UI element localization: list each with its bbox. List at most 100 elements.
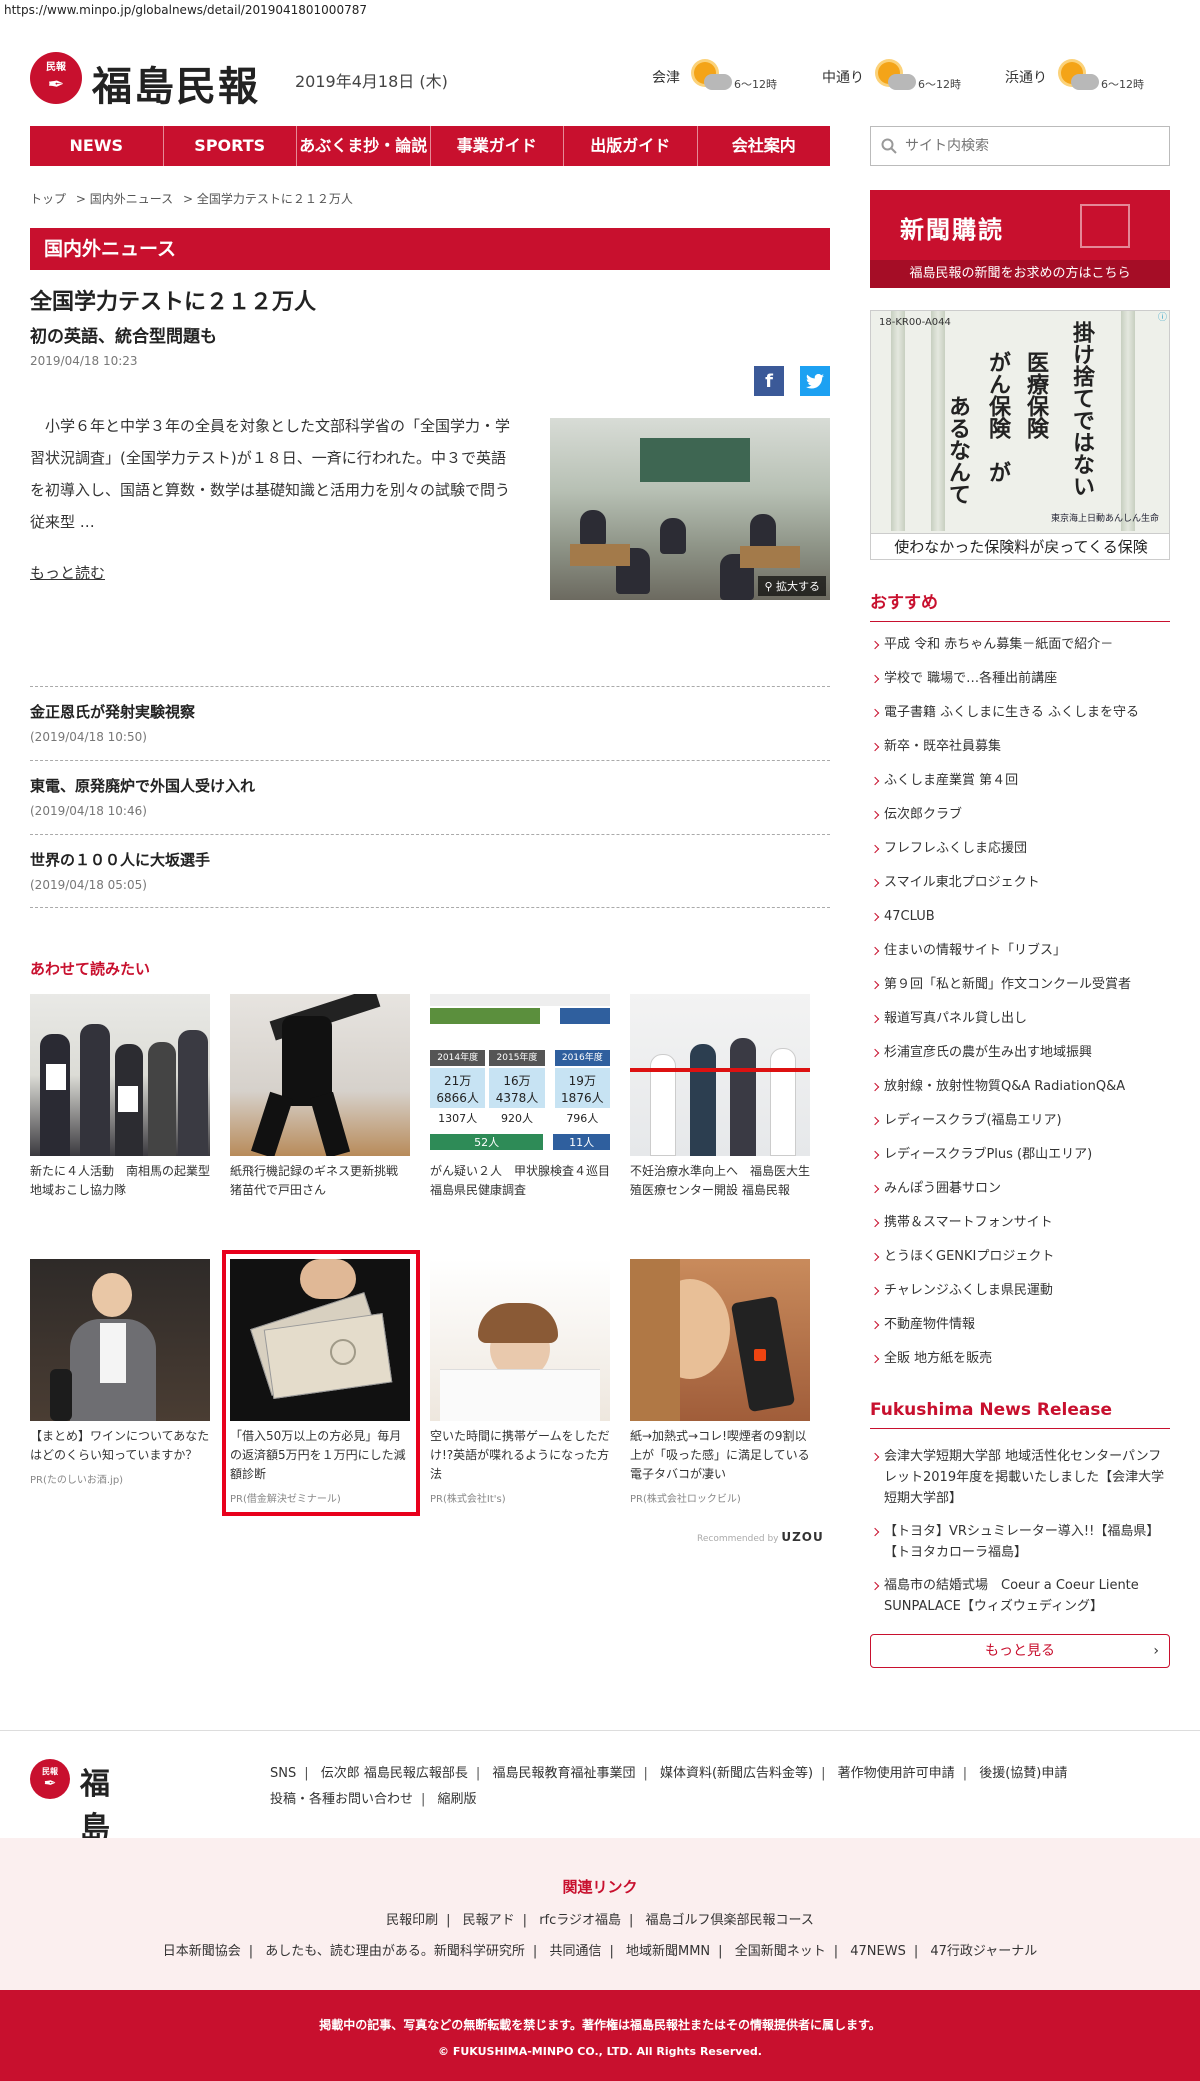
breadcrumb-current: > 全国学力テストに２１２万人 bbox=[182, 192, 353, 206]
article-photo[interactable]: ⚲ 拡大する bbox=[550, 418, 830, 600]
list-item[interactable]: とうほくGENKIプロジェクト bbox=[870, 1240, 1170, 1274]
footer-link[interactable]: 著作物使用許可申請 bbox=[838, 1766, 955, 1781]
recommended-by[interactable]: Recommended by UZOU bbox=[697, 1530, 824, 1544]
list-item[interactable]: 会津大学短期大学部 地域活性化センターパンフレット2019年度を掲載いたしました… bbox=[870, 1446, 1170, 1509]
related-photo[interactable] bbox=[630, 994, 810, 1156]
related-photo[interactable] bbox=[30, 1259, 210, 1421]
related-photo[interactable] bbox=[630, 1259, 810, 1421]
related-caption[interactable]: 不妊治療水準向上へ 福島医大生殖医療センター開設 福島民報 bbox=[630, 1162, 810, 1200]
nav-item-publishing-guide[interactable]: 出版ガイド bbox=[564, 126, 698, 166]
related-card[interactable]: 不妊治療水準向上へ 福島医大生殖医療センター開設 福島民報 bbox=[630, 994, 810, 1200]
related-link[interactable]: 民報アド bbox=[463, 1913, 515, 1928]
breadcrumb-category[interactable]: > 国内外ニュース bbox=[76, 192, 173, 206]
list-item[interactable]: 47CLUB bbox=[870, 900, 1170, 934]
list-item[interactable]: 電子書籍 ふくしまに生きる ふくしまを守る bbox=[870, 696, 1170, 730]
footer-link[interactable]: 縮刷版 bbox=[438, 1792, 477, 1807]
footer-link[interactable]: 投稿・各種お問い合わせ bbox=[270, 1792, 413, 1807]
related-photo[interactable]: 2014年度 2015年度 2016年度 21万6866人 16万4378人 1… bbox=[430, 994, 610, 1156]
ad-info-icon[interactable]: ⓘ bbox=[1158, 310, 1170, 323]
related-card[interactable]: 【まとめ】ワインについてあなたはどのくらい知っていますか？ PR(たのしいお酒.… bbox=[30, 1259, 210, 1486]
site-logo[interactable]: 福島民報 bbox=[92, 54, 260, 112]
related-link[interactable]: 47NEWS bbox=[850, 1944, 906, 1959]
news-title[interactable]: 東電、原発廃炉で外国人受け入れ bbox=[30, 775, 830, 796]
list-item[interactable]: 新卒・既卒社員募集 bbox=[870, 730, 1170, 764]
recommended-prefix: Recommended by bbox=[697, 1534, 779, 1544]
facebook-share-icon[interactable]: f bbox=[754, 366, 784, 396]
site-search[interactable] bbox=[870, 126, 1170, 166]
related-caption[interactable]: がん疑い２人 甲状腺検査４巡目 福島県民健康調査 bbox=[430, 1162, 622, 1200]
more-button[interactable]: もっと見る › bbox=[870, 1634, 1170, 1668]
related-card[interactable]: 紙飛行機記録のギネス更新挑戦 猪苗代で戸田さん bbox=[230, 994, 410, 1200]
logo-badge[interactable]: 民報 ✒ bbox=[30, 52, 82, 104]
pr-label: PR(株式会社ロックビル) bbox=[630, 1494, 741, 1505]
list-item[interactable]: 報道写真パネル貸し出し bbox=[870, 1002, 1170, 1036]
related-card[interactable]: 空いた時間に携帯ゲームをしただけ!?英語が喋れるようになった方法 PR(株式会社… bbox=[430, 1259, 610, 1505]
related-caption[interactable]: 【まとめ】ワインについてあなたはどのくらい知っていますか？ bbox=[30, 1427, 210, 1465]
related-photo[interactable] bbox=[30, 994, 210, 1156]
related-card[interactable]: 新たに４人活動 南相馬の起業型地域おこし協力隊 bbox=[30, 994, 210, 1200]
zoom-button[interactable]: ⚲ 拡大する bbox=[758, 576, 826, 596]
footer-link[interactable]: 福島民報教育福祉事業団 bbox=[492, 1766, 635, 1781]
news-title[interactable]: 金正恩氏が発射実験視察 bbox=[30, 701, 830, 722]
list-item[interactable]: 伝次郎クラブ bbox=[870, 798, 1170, 832]
list-item[interactable]: フレフレふくしま応援団 bbox=[870, 832, 1170, 866]
related-card[interactable]: 2014年度 2015年度 2016年度 21万6866人 16万4378人 1… bbox=[430, 994, 622, 1200]
footer-link[interactable]: 伝次郎 福島民報広報部長 bbox=[321, 1766, 468, 1781]
search-input[interactable] bbox=[905, 138, 1155, 154]
list-item[interactable]: 杉浦宣彦氏の農が生み出す地域振興 bbox=[870, 1036, 1170, 1070]
related-caption[interactable]: 紙→加熱式→コレ!喫煙者の9割以上が「吸った感」に満足している電子タバコが凄い bbox=[630, 1427, 810, 1484]
related-card[interactable]: 紙→加熱式→コレ!喫煙者の9割以上が「吸った感」に満足している電子タバコが凄い … bbox=[630, 1259, 810, 1505]
related-caption[interactable]: 紙飛行機記録のギネス更新挑戦 猪苗代で戸田さん bbox=[230, 1162, 410, 1200]
list-item[interactable]: 住まいの情報サイト「リブス」 bbox=[870, 934, 1170, 968]
nav-item-news[interactable]: NEWS bbox=[30, 126, 164, 166]
subscribe-banner[interactable]: 新聞購読 福島民報の新聞をお求めの方はこちら bbox=[870, 190, 1170, 288]
related-link[interactable]: 全国新聞ネット bbox=[735, 1944, 826, 1959]
magnifier-icon: ⚲ bbox=[764, 580, 776, 593]
list-item[interactable]: 携帯＆スマートフォンサイト bbox=[870, 1206, 1170, 1240]
list-item[interactable]: 不動産物件情報 bbox=[870, 1308, 1170, 1342]
list-item[interactable]: 【トヨタ】VRシュミレーター導入!!【福島県】【トヨタカローラ福島】 bbox=[870, 1521, 1170, 1563]
related-photo[interactable] bbox=[430, 1259, 610, 1421]
related-link[interactable]: 地域新聞MMN bbox=[626, 1944, 710, 1959]
list-item[interactable]: スマイル東北プロジェクト bbox=[870, 866, 1170, 900]
list-item[interactable]: 東電、原発廃炉で外国人受け入れ (2019/04/18 10:46) bbox=[30, 760, 830, 834]
breadcrumb-top[interactable]: トップ bbox=[30, 192, 66, 206]
related-link[interactable]: 日本新聞協会 bbox=[163, 1944, 241, 1959]
sun-cloud-icon bbox=[688, 60, 732, 94]
list-item[interactable]: 金正恩氏が発射実験視察 (2019/04/18 10:50) bbox=[30, 686, 830, 760]
related-link[interactable]: rfcラジオ福島 bbox=[539, 1913, 621, 1928]
list-item[interactable]: ふくしま産業賞 第４回 bbox=[870, 764, 1170, 798]
insurance-ad[interactable]: 18-KR00-A044 掛け捨てではない 医療保険 がん保険 が あるなんて … bbox=[870, 310, 1170, 560]
related-link[interactable]: 福島ゴルフ倶楽部民報コース bbox=[646, 1913, 814, 1928]
related-link[interactable]: 共同通信 bbox=[549, 1944, 601, 1959]
footer-link[interactable]: 媒体資料(新聞広告料金等) bbox=[660, 1766, 813, 1781]
subscribe-subtitle: 福島民報の新聞をお求めの方はこちら bbox=[870, 260, 1170, 288]
read-more-link[interactable]: もっと読む bbox=[30, 562, 105, 583]
nav-item-business-guide[interactable]: 事業ガイド bbox=[431, 126, 564, 166]
list-item[interactable]: 福島市の結婚式場 Coeur a Coeur Liente SUNPALACE【… bbox=[870, 1575, 1170, 1617]
footer-link[interactable]: SNS bbox=[270, 1766, 296, 1781]
twitter-share-icon[interactable] bbox=[800, 366, 830, 396]
footer-link[interactable]: 後援(協賛)申請 bbox=[979, 1766, 1067, 1781]
list-item[interactable]: 放射線・放射性物質Q&A RadiationQ&A bbox=[870, 1070, 1170, 1104]
nav-item-company[interactable]: 会社案内 bbox=[698, 126, 831, 166]
article-subhead: 初の英語、統合型問題も bbox=[30, 327, 217, 347]
related-caption[interactable]: 新たに４人活動 南相馬の起業型地域おこし協力隊 bbox=[30, 1162, 210, 1200]
list-item[interactable]: 平成 令和 赤ちゃん募集－紙面で紹介－ bbox=[870, 628, 1170, 662]
nav-item-sports[interactable]: SPORTS bbox=[164, 126, 297, 166]
related-link[interactable]: 47行政ジャーナル bbox=[930, 1944, 1037, 1959]
related-caption[interactable]: 空いた時間に携帯ゲームをしただけ!?英語が喋れるようになった方法 bbox=[430, 1427, 610, 1484]
list-item[interactable]: 学校で 職場で…各種出前講座 bbox=[870, 662, 1170, 696]
news-title[interactable]: 世界の１００人に大坂選手 bbox=[30, 849, 830, 870]
related-link[interactable]: 民報印刷 bbox=[386, 1913, 438, 1928]
related-photo[interactable] bbox=[230, 994, 410, 1156]
list-item[interactable]: 第９回「私と新聞」作文コンクール受賞者 bbox=[870, 968, 1170, 1002]
list-item[interactable]: レディースクラブPlus (郡山エリア) bbox=[870, 1138, 1170, 1172]
nav-item-column[interactable]: あぶくま抄・論説 bbox=[297, 126, 431, 166]
list-item[interactable]: 世界の１００人に大坂選手 (2019/04/18 05:05) bbox=[30, 834, 830, 908]
list-item[interactable]: レディースクラブ(福島エリア) bbox=[870, 1104, 1170, 1138]
list-item[interactable]: みんぽう囲碁サロン bbox=[870, 1172, 1170, 1206]
list-item[interactable]: 全販 地方紙を販売 bbox=[870, 1342, 1170, 1376]
list-item[interactable]: チャレンジふくしま県民運動 bbox=[870, 1274, 1170, 1308]
related-link[interactable]: あしたも、読む理由がある。新聞科学研究所 bbox=[265, 1944, 525, 1959]
